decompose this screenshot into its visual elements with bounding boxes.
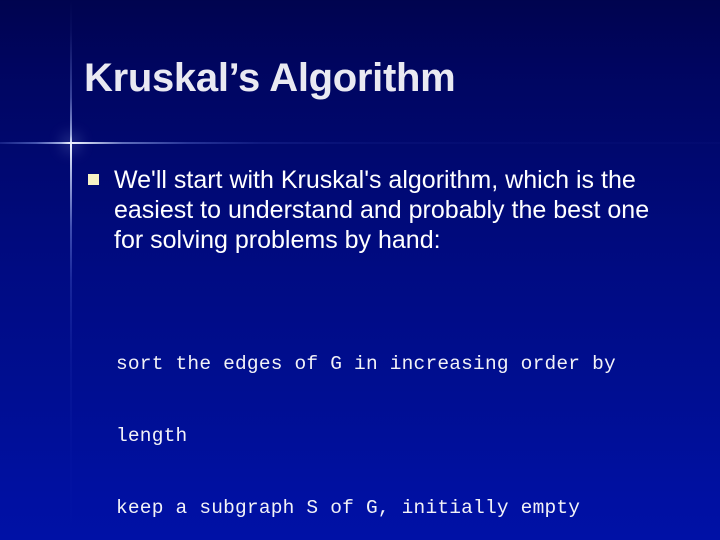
pseudocode-line: length bbox=[116, 425, 188, 447]
slide-canvas: Kruskal’s Algorithm We'll start with Kru… bbox=[0, 0, 720, 540]
slide-title: Kruskal’s Algorithm bbox=[84, 56, 456, 100]
bullet-item-text: We'll start with Kruskal's algorithm, wh… bbox=[114, 166, 650, 254]
pseudocode-line: sort the edges of G in increasing order … bbox=[116, 353, 616, 375]
pseudocode-block: sort the edges of G in increasing order … bbox=[116, 304, 696, 540]
pseudocode-line: keep a subgraph S of G, initially empty bbox=[116, 497, 581, 519]
crosshair-horizontal-line bbox=[0, 142, 720, 144]
square-bullet-icon bbox=[88, 174, 99, 185]
bullet-list-item: We'll start with Kruskal's algorithm, wh… bbox=[88, 165, 672, 255]
crosshair-vertical-line bbox=[70, 0, 72, 540]
